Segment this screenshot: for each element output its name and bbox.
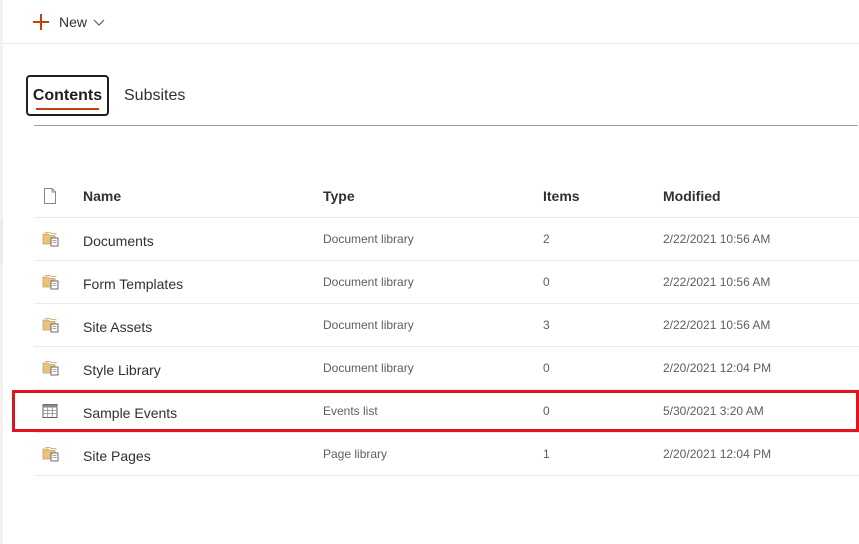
tab-subsites[interactable]: Subsites <box>124 75 185 116</box>
document-library-icon <box>42 433 64 475</box>
tab-contents[interactable]: Contents <box>26 75 109 116</box>
plus-icon <box>33 14 49 30</box>
row-modified: 2/22/2021 10:56 AM <box>663 275 771 289</box>
row-modified: 2/22/2021 10:56 AM <box>663 232 771 246</box>
row-name-link[interactable]: Site Assets <box>83 304 152 346</box>
column-header-name[interactable]: Name <box>83 174 121 217</box>
site-contents-table: Name Type Items Modified Documents Docume… <box>34 174 859 476</box>
row-items: 3 <box>543 318 550 332</box>
command-bar: New <box>3 0 859 44</box>
column-header-type[interactable]: Type <box>323 174 355 217</box>
row-type: Events list <box>323 404 378 418</box>
left-rail <box>0 0 3 544</box>
rail-notch <box>0 218 3 264</box>
row-type: Document library <box>323 275 414 289</box>
tabs-divider <box>34 125 858 126</box>
row-name-link[interactable]: Form Templates <box>83 261 183 303</box>
file-type-header[interactable] <box>42 174 64 217</box>
tab-contents-label: Contents <box>32 86 103 104</box>
row-modified: 2/20/2021 12:04 PM <box>663 447 772 461</box>
file-type-icon <box>44 187 56 204</box>
row-name-link[interactable]: Style Library <box>83 347 161 389</box>
row-items: 0 <box>543 275 550 289</box>
row-modified: 2/20/2021 12:04 PM <box>663 361 772 375</box>
row-type: Document library <box>323 361 414 375</box>
document-library-icon <box>42 218 64 260</box>
column-header-items[interactable]: Items <box>543 174 580 217</box>
table-row[interactable]: Form Templates Document library 0 2/22/2021… <box>34 261 859 304</box>
row-items: 2 <box>543 232 550 246</box>
chevron-down-icon <box>93 19 105 26</box>
document-library-icon <box>42 304 64 346</box>
new-button[interactable]: New <box>33 10 105 34</box>
row-type: Page library <box>323 447 388 461</box>
table-header-row: Name Type Items Modified <box>34 174 859 218</box>
document-library-icon <box>42 347 64 389</box>
new-button-label: New <box>59 14 88 30</box>
row-modified: 5/30/2021 3:20 AM <box>663 404 764 418</box>
column-header-modified[interactable]: Modified <box>663 174 721 217</box>
table-row[interactable]: Sample Events Events list 0 5/30/2021 3:20 … <box>34 390 859 433</box>
row-items: 0 <box>543 361 550 375</box>
row-name-link[interactable]: Documents <box>83 218 154 260</box>
table-row[interactable]: Documents Document library 2 2/22/2021 10:5… <box>34 218 859 261</box>
tab-subsites-label: Subsites <box>124 86 186 104</box>
row-name-link[interactable]: Sample Events <box>83 390 177 432</box>
calendar-list-icon <box>42 390 64 432</box>
row-name-link[interactable]: Site Pages <box>83 433 151 475</box>
tab-selected-indicator <box>36 108 99 110</box>
table-row[interactable]: Site Assets Document library 3 2/22/2021 10… <box>34 304 859 347</box>
document-library-icon <box>42 261 64 303</box>
table-row[interactable]: Style Library Document library 0 2/20/2021 … <box>34 347 859 390</box>
row-type: Document library <box>323 318 414 332</box>
table-row[interactable]: Site Pages Page library 1 2/20/2021 12:04 P… <box>34 433 859 476</box>
row-modified: 2/22/2021 10:56 AM <box>663 318 771 332</box>
row-items: 1 <box>543 447 550 461</box>
row-items: 0 <box>543 404 550 418</box>
row-type: Document library <box>323 232 414 246</box>
